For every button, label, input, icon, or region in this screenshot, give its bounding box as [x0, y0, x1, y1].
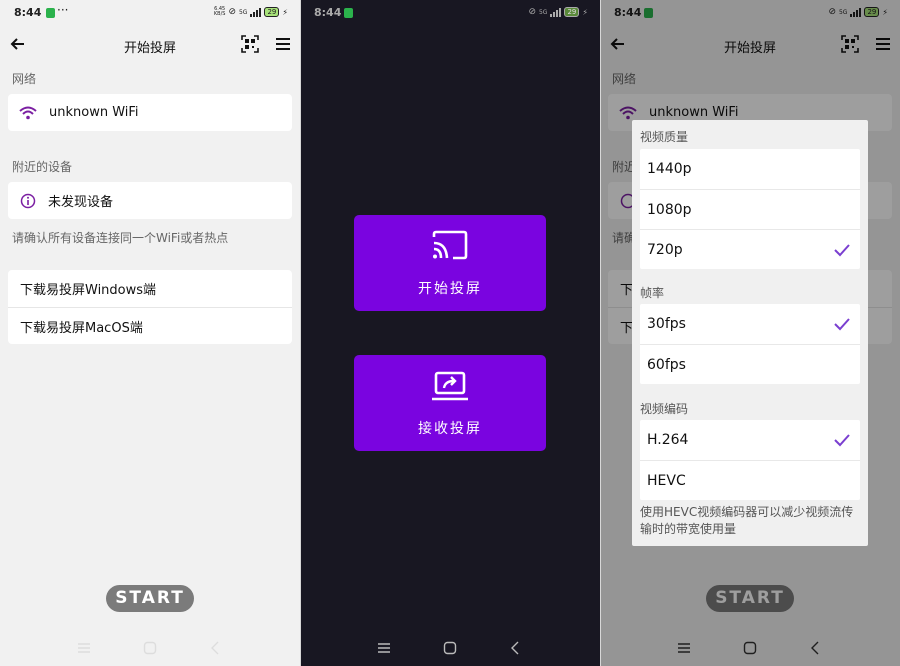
codec-option-hevc[interactable]: HEVC: [640, 460, 860, 500]
back-nav-icon[interactable]: [508, 640, 524, 656]
video-quality-title: 视频质量: [640, 130, 689, 144]
settings-sheet: 视频质量 1440p 1080p 720p 帧率 30fps 60fps 视频编…: [632, 120, 868, 546]
signal-icon: [550, 7, 562, 17]
check-icon: [834, 318, 850, 331]
menu-icon[interactable]: [275, 37, 291, 51]
status-time: 8:44: [314, 6, 342, 19]
screenshot-stage: 8:44 ··· 6.45 KB/S ⊘ 5G 29 ⚡ 开始投屏 网络 unk…: [0, 0, 900, 666]
same-network-hint: 请确认所有设备连接同一个WiFi或者热点: [12, 231, 229, 245]
panel-divider: [300, 0, 301, 666]
check-icon: [834, 434, 850, 447]
status-time: 8:44: [14, 6, 42, 19]
codec-option-h264[interactable]: H.264: [640, 420, 860, 460]
signal-icon: [250, 7, 262, 17]
app-notification-icon: [344, 8, 353, 18]
status-right-icons: ⊘ 5G 29 ⚡: [528, 7, 588, 17]
receive-casting-label: 接收投屏: [418, 421, 482, 437]
screen-mode-select: 8:44 ⊘ 5G 29 ⚡ 开始投屏 接收投屏: [300, 0, 600, 666]
wifi-icon: [19, 106, 37, 119]
laptop-share-icon: [432, 371, 468, 401]
vibrate-icon: ⊘: [228, 7, 236, 17]
quality-option-720p[interactable]: 720p: [640, 229, 860, 269]
home-nav-icon[interactable]: [442, 640, 458, 656]
home-nav-icon[interactable]: [142, 640, 158, 656]
download-windows-link[interactable]: 下载易投屏Windows端: [8, 270, 292, 307]
top-bar: 开始投屏: [0, 28, 300, 64]
download-macos-link[interactable]: 下载易投屏MacOS端: [8, 307, 292, 344]
no-device-row: 未发现设备: [8, 182, 292, 219]
video-quality-options: 1440p 1080p 720p: [640, 149, 860, 269]
devices-card: 未发现设备: [8, 182, 292, 219]
status-bar: 8:44 ··· 6.45 KB/S ⊘ 5G 29 ⚡: [0, 0, 300, 28]
start-button[interactable]: START: [106, 585, 194, 612]
hevc-note: 使用HEVC视频编码器可以减少视频流传输时的带宽使用量: [640, 505, 854, 536]
network-type: 5G: [238, 8, 248, 16]
quality-option-1440p[interactable]: 1440p: [640, 149, 860, 189]
video-codec-options: H.264 HEVC: [640, 420, 860, 500]
recents-nav-icon[interactable]: [376, 640, 392, 656]
network-type: 5G: [538, 8, 548, 16]
battery-icon: 29: [264, 7, 280, 17]
fps-option-60[interactable]: 60fps: [640, 344, 860, 384]
start-casting-label: 开始投屏: [418, 281, 482, 297]
start-casting-button[interactable]: 开始投屏: [354, 215, 546, 311]
info-icon: [20, 193, 36, 208]
frame-rate-options: 30fps 60fps: [640, 304, 860, 384]
screen-settings-sheet: 8:44 ⊘ 5G 29 ⚡ 开始投屏 网络 unknown WiFi 附近 请…: [600, 0, 900, 666]
network-section-label: 网络: [12, 72, 37, 86]
screen-start-casting: 8:44 ··· 6.45 KB/S ⊘ 5G 29 ⚡ 开始投屏 网络 unk…: [0, 0, 300, 666]
more-notifications-icon: ···: [57, 3, 69, 17]
network-speed: 6.45 KB/S: [213, 6, 226, 17]
frame-rate-title: 帧率: [640, 286, 665, 300]
devices-section-label: 附近的设备: [12, 160, 73, 174]
system-nav-bar: [0, 636, 300, 660]
video-codec-title: 视频编码: [640, 402, 689, 416]
charging-icon: ⚡: [282, 7, 288, 17]
receive-casting-button[interactable]: 接收投屏: [354, 355, 546, 451]
fps-option-30[interactable]: 30fps: [640, 304, 860, 344]
status-right-icons: 6.45 KB/S ⊘ 5G 29 ⚡: [214, 7, 288, 17]
battery-icon: 29: [564, 7, 580, 17]
wifi-label: unknown WiFi: [49, 105, 139, 120]
qr-scan-icon[interactable]: [241, 35, 259, 53]
wifi-card[interactable]: unknown WiFi: [8, 94, 292, 131]
charging-icon: ⚡: [582, 7, 588, 17]
check-icon: [834, 244, 850, 257]
no-device-label: 未发现设备: [48, 195, 114, 210]
panel-divider: [600, 0, 601, 666]
recents-nav-icon[interactable]: [76, 640, 92, 656]
system-nav-bar: [300, 636, 600, 660]
quality-option-1080p[interactable]: 1080p: [640, 189, 860, 229]
cast-icon: [432, 230, 468, 260]
back-nav-icon[interactable]: [208, 640, 224, 656]
vibrate-icon: ⊘: [528, 7, 536, 17]
download-links-card: 下载易投屏Windows端 下载易投屏MacOS端: [8, 270, 292, 344]
app-notification-icon: [46, 8, 55, 18]
wifi-row[interactable]: unknown WiFi: [8, 94, 292, 131]
status-bar: 8:44 ⊘ 5G 29 ⚡: [300, 0, 600, 28]
